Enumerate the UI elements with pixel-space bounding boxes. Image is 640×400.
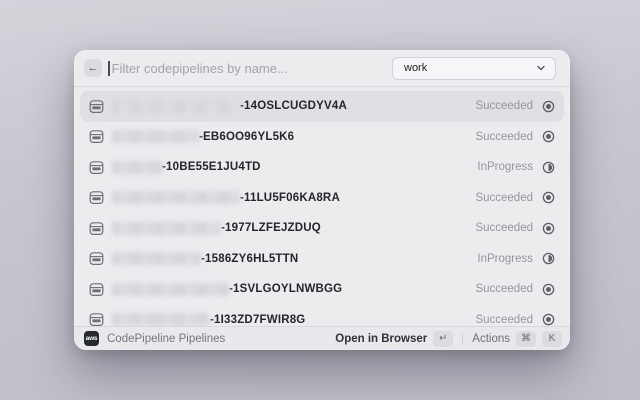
inprogress-status-icon (542, 252, 555, 265)
pipeline-name-suffix: -1I33ZD7FWIR8G (210, 314, 305, 326)
pipeline-icon (89, 129, 104, 144)
succeeded-status-icon (542, 100, 555, 113)
succeeded-status-icon (542, 283, 555, 296)
pipeline-list: -14OSLCUGDYV4A Succeeded -EB6OO96YL5K6 S… (74, 87, 570, 326)
succeeded-status-icon (542, 191, 555, 204)
pipeline-name-suffix: -1SVLGOYLNWBGG (229, 283, 342, 295)
status-label: Succeeded (475, 314, 533, 326)
command-palette-window: ← Filter codepipelines by name... work -… (74, 50, 570, 350)
chevron-down-icon (536, 63, 546, 73)
status-label: Succeeded (475, 100, 533, 112)
actions-menu-button[interactable]: Actions (472, 333, 510, 345)
succeeded-status-icon (542, 222, 555, 235)
back-button[interactable]: ← (84, 59, 102, 77)
pipeline-icon (89, 221, 104, 236)
pipeline-icon (89, 312, 104, 326)
pipeline-icon (89, 190, 104, 205)
pipeline-name-suffix: -14OSLCUGDYV4A (240, 100, 347, 112)
pipeline-row[interactable]: -10BE55E1JU4TD InProgress (80, 152, 564, 183)
search-header: ← Filter codepipelines by name... work (74, 50, 570, 87)
search-input[interactable]: Filter codepipelines by name... (112, 61, 393, 76)
pipeline-row[interactable]: -1586ZY6HL5TTN InProgress (80, 244, 564, 275)
pipeline-icon (89, 99, 104, 114)
redacted-pipeline-name (112, 191, 240, 204)
redacted-pipeline-name (112, 130, 199, 143)
enter-key-icon[interactable]: ↵ (433, 331, 453, 347)
status-label: InProgress (477, 253, 533, 265)
text-caret (108, 61, 110, 76)
redacted-pipeline-name (112, 100, 240, 113)
pipeline-name-suffix: -1977LZFEJZDUQ (221, 222, 321, 234)
redacted-pipeline-name (112, 283, 229, 296)
footer-divider (462, 333, 463, 345)
status-label: Succeeded (475, 283, 533, 295)
pipeline-name-suffix: -10BE55E1JU4TD (162, 161, 261, 173)
redacted-pipeline-name (112, 252, 201, 265)
status-label: Succeeded (475, 192, 533, 204)
command-key-icon[interactable]: ⌘ (516, 331, 536, 347)
pipeline-icon (89, 251, 104, 266)
pipeline-row[interactable]: -14OSLCUGDYV4A Succeeded (80, 91, 564, 122)
pipeline-name-suffix: -EB6OO96YL5K6 (199, 131, 294, 143)
pipeline-icon (89, 160, 104, 175)
redacted-pipeline-name (112, 313, 210, 326)
aws-logo-icon: aws (84, 331, 99, 346)
footer-bar: aws CodePipeline Pipelines Open in Brows… (74, 326, 570, 350)
k-key-icon[interactable]: K (542, 331, 562, 347)
status-label: Succeeded (475, 131, 533, 143)
pipeline-row[interactable]: -1I33ZD7FWIR8G Succeeded (80, 305, 564, 327)
pipeline-row[interactable]: -1SVLGOYLNWBGG Succeeded (80, 274, 564, 305)
status-label: Succeeded (475, 222, 533, 234)
redacted-pipeline-name (112, 222, 221, 235)
pipeline-row[interactable]: -EB6OO96YL5K6 Succeeded (80, 122, 564, 153)
dropdown-selected-value: work (404, 62, 536, 74)
pipeline-row[interactable]: -1977LZFEJZDUQ Succeeded (80, 213, 564, 244)
extension-name: CodePipeline Pipelines (107, 333, 335, 345)
profile-dropdown[interactable]: work (392, 57, 556, 80)
pipeline-name-suffix: -1586ZY6HL5TTN (201, 253, 298, 265)
open-in-browser-action[interactable]: Open in Browser (335, 333, 427, 345)
pipeline-icon (89, 282, 104, 297)
status-label: InProgress (477, 161, 533, 173)
succeeded-status-icon (542, 313, 555, 326)
inprogress-status-icon (542, 161, 555, 174)
pipeline-row[interactable]: -11LU5F06KA8RA Succeeded (80, 183, 564, 214)
pipeline-name-suffix: -11LU5F06KA8RA (240, 192, 340, 204)
back-arrow-icon: ← (88, 59, 99, 77)
succeeded-status-icon (542, 130, 555, 143)
redacted-pipeline-name (112, 161, 162, 174)
